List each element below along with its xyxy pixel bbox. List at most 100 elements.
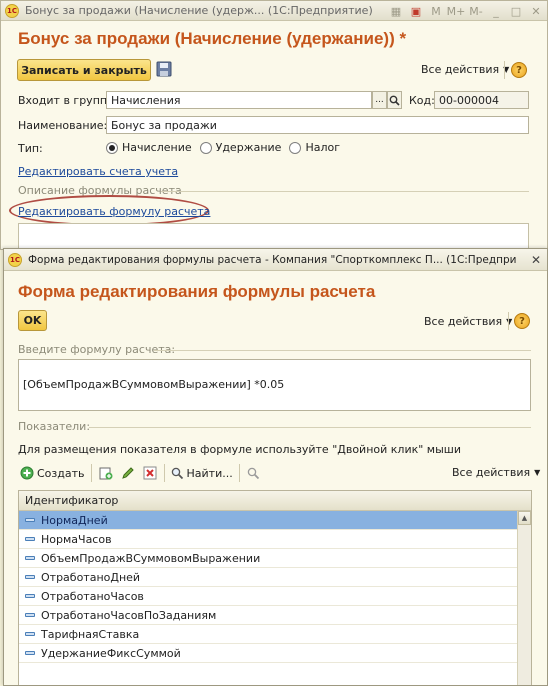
radio-tax[interactable] — [289, 141, 302, 154]
toolbar-divider — [504, 61, 505, 79]
type-radio-group: Начисление Удержание Налог — [106, 141, 340, 154]
toolbar-divider — [90, 464, 92, 482]
all-actions-menu[interactable]: Все действия ▼ — [424, 315, 512, 328]
edit-pencil-icon[interactable] — [120, 465, 136, 481]
row-identifier: ОтработаноДней — [41, 570, 141, 584]
all-actions-label: Все действия — [452, 466, 531, 479]
table-row[interactable]: НормаДней — [19, 511, 517, 530]
name-field[interactable]: Бонус за продажи — [106, 116, 529, 134]
save-close-button[interactable]: Записать и закрыть — [17, 59, 151, 81]
all-actions-label: Все действия — [424, 315, 503, 328]
minimize-icon[interactable]: _ — [489, 4, 503, 18]
formula-description-field[interactable] — [18, 223, 529, 249]
search-icon[interactable] — [387, 91, 402, 109]
table-row[interactable]: ТарифнаяСтавка — [19, 625, 517, 644]
edit-formula-link[interactable]: Редактировать формулу расчета — [18, 205, 210, 218]
name-label: Наименование: — [18, 119, 108, 132]
memory-m-button[interactable]: M — [429, 4, 443, 18]
radio-accrual-label[interactable]: Начисление — [122, 141, 192, 154]
window-title: Бонус за продажи (Начисление (удерж... (… — [25, 4, 373, 17]
indicators-toolbar: Создать Найти... — [20, 464, 262, 482]
code-field[interactable]: 00-000004 — [434, 91, 529, 109]
ok-button[interactable]: OK — [18, 310, 47, 331]
indicators-divider — [89, 427, 531, 428]
type-label: Тип: — [18, 142, 43, 155]
formula-label: Введите формулу расчета: — [18, 343, 176, 356]
indicator-icon — [25, 613, 35, 617]
radio-deduction-label[interactable]: Удержание — [216, 141, 282, 154]
table-body: НормаДней НормаЧасов ОбъемПродажВСуммовомВ… — [19, 511, 517, 663]
save-icon[interactable] — [156, 61, 172, 77]
memory-plus-button[interactable]: M+ — [447, 4, 466, 18]
table-row[interactable]: УдержаниеФиксСуммой — [19, 644, 517, 663]
scroll-up-icon[interactable]: ▲ — [518, 511, 531, 525]
radio-deduction[interactable] — [199, 141, 212, 154]
find-button[interactable]: Найти... — [171, 467, 233, 480]
formula-window-titlebar[interactable]: 1C Форма редактирования формулы расчета … — [4, 249, 547, 271]
table-header-identifier[interactable]: Идентификатор — [19, 491, 531, 511]
page-title: Бонус за продажи (Начисление (удержание)… — [18, 29, 407, 48]
row-identifier: ОбъемПродажВСуммовомВыражении — [41, 551, 261, 565]
group-divider — [161, 191, 529, 192]
chevron-down-icon: ▼ — [534, 468, 541, 477]
create-label: Создать — [37, 466, 85, 480]
row-identifier: НормаЧасов — [41, 532, 112, 546]
delete-icon[interactable] — [142, 465, 158, 481]
row-identifier: ТарифнаяСтавка — [41, 627, 140, 641]
calendar-icon[interactable]: ▣ — [409, 4, 423, 18]
edit-accounts-link[interactable]: Редактировать счета учета — [18, 165, 178, 178]
code-label: Код: — [409, 94, 435, 107]
table-row[interactable]: ОбъемПродажВСуммовомВыражении — [19, 549, 517, 568]
table-row[interactable]: НормаЧасов — [19, 530, 517, 549]
indicator-icon — [25, 537, 35, 541]
indicator-icon — [25, 556, 35, 560]
table-row[interactable]: ОтработаноЧасов — [19, 587, 517, 606]
help-icon[interactable]: ? — [511, 62, 527, 78]
table-all-actions-menu[interactable]: Все действия ▼ — [452, 466, 540, 479]
indicator-icon — [25, 575, 35, 579]
toolbar-divider — [508, 312, 509, 330]
app-logo-icon: 1C — [5, 3, 19, 18]
page-title: Форма редактирования формулы расчета — [18, 282, 376, 301]
toolbar-divider — [163, 464, 165, 482]
memory-minus-button[interactable]: M- — [469, 4, 483, 18]
calculator-icon[interactable]: ▦ — [389, 4, 403, 18]
group-select-button[interactable]: ... — [372, 91, 387, 109]
indicators-table: Идентификатор НормаДней НормаЧасов ОбъемПр… — [18, 490, 532, 685]
formula-editor-window: 1C Форма редактирования формулы расчета … — [3, 248, 548, 686]
maximize-icon[interactable]: □ — [509, 4, 523, 18]
app-logo-icon: 1C — [8, 252, 22, 267]
search-icon — [171, 467, 183, 479]
indicator-icon — [25, 651, 35, 655]
group-field[interactable]: Начисления — [106, 91, 372, 109]
radio-tax-label[interactable]: Налог — [305, 141, 340, 154]
close-icon[interactable]: ✕ — [531, 253, 541, 267]
add-copy-icon[interactable] — [98, 465, 114, 481]
close-icon[interactable]: ✕ — [529, 4, 543, 18]
create-button[interactable]: Создать — [20, 466, 85, 480]
all-actions-menu[interactable]: Все действия ▼ — [421, 63, 509, 76]
formula-divider — [154, 350, 531, 351]
help-icon[interactable]: ? — [514, 313, 530, 329]
group-label: Входит в группу: — [18, 94, 118, 107]
row-identifier: НормаДней — [41, 513, 108, 527]
window-title: Форма редактирования формулы расчета - К… — [28, 253, 516, 266]
indicator-icon — [25, 632, 35, 636]
indicators-label: Показатели: — [18, 420, 91, 433]
all-actions-label: Все действия — [421, 63, 500, 76]
find-label: Найти... — [186, 466, 233, 480]
cancel-search-icon[interactable] — [246, 465, 262, 481]
row-identifier: ОтработаноЧасов — [41, 589, 144, 603]
indicator-icon — [25, 594, 35, 598]
indicators-hint: Для размещения показателя в формуле испо… — [18, 443, 461, 456]
toolbar-divider — [238, 464, 240, 482]
table-row[interactable]: ОтработаноЧасовПоЗаданиям — [19, 606, 517, 625]
row-identifier: ОтработаноЧасовПоЗаданиям — [41, 608, 217, 622]
radio-accrual[interactable] — [106, 141, 118, 154]
row-identifier: УдержаниеФиксСуммой — [41, 646, 181, 660]
formula-textarea[interactable]: [ОбъемПродажВСуммовомВыражении] *0.05 — [18, 359, 531, 411]
table-row[interactable]: ОтработаноДней — [19, 568, 517, 587]
plus-icon — [20, 466, 34, 480]
table-scrollbar[interactable]: ▲ — [517, 511, 531, 685]
bonus-window-titlebar[interactable]: 1C Бонус за продажи (Начисление (удерж..… — [1, 1, 547, 21]
